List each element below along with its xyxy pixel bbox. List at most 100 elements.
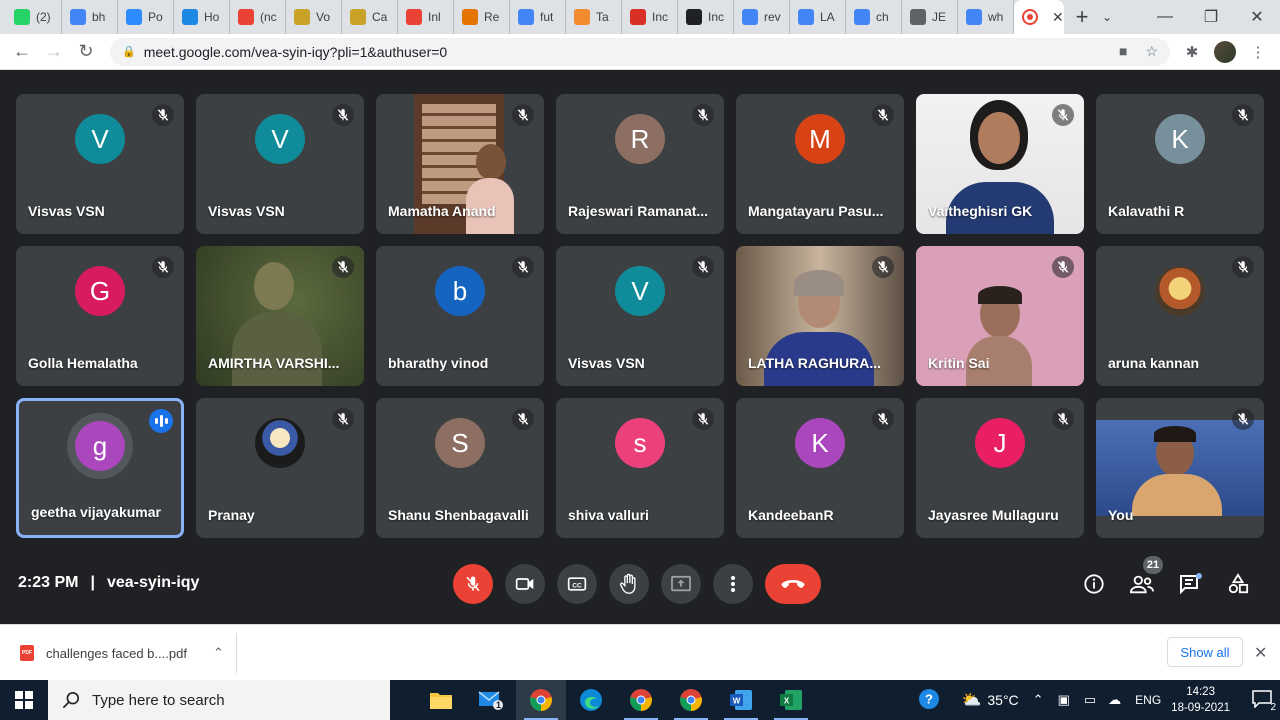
network-icon[interactable]: ☁ [1108,692,1121,708]
forward-icon[interactable]: → [38,41,70,62]
excel-app[interactable]: X [766,680,816,720]
browser-tab[interactable]: Ta [566,0,622,34]
chevron-up-icon[interactable]: ⌃ [1033,692,1044,708]
participant-tile[interactable]: AMIRTHA VARSHI... [196,246,364,386]
raise-hand-button[interactable] [609,564,649,604]
muted-mic-icon [1232,104,1254,126]
browser-tab[interactable]: Inc [622,0,678,34]
participant-tile[interactable]: s shiva valluri [556,398,724,538]
activities-button[interactable] [1224,570,1252,598]
muted-mic-icon [692,408,714,430]
tab-label: Inl [428,10,441,24]
participant-tile[interactable]: V Visvas VSN [196,94,364,234]
language-indicator[interactable]: ENG [1135,693,1161,707]
muted-mic-icon [332,256,354,278]
browser-tab[interactable]: (nc [230,0,286,34]
participant-tile[interactable]: J Jayasree Mullaguru [916,398,1084,538]
participant-tile[interactable]: Vaitheghisri GK [916,94,1084,234]
chat-icon [1180,573,1202,595]
weather-icon[interactable]: ⛅ [961,690,981,710]
lock-icon[interactable]: 🔒 [122,45,136,58]
help-icon[interactable]: ? [911,688,947,713]
start-button[interactable] [0,680,48,720]
edge-app[interactable] [566,680,616,720]
participant-tile[interactable]: V Visvas VSN [556,246,724,386]
browser-tab[interactable]: Re [454,0,510,34]
participant-tile[interactable]: V Visvas VSN [16,94,184,234]
temperature[interactable]: 35°C [987,692,1018,708]
chrome-app-3[interactable] [666,680,716,720]
participant-tile[interactable]: R Rajeswari Ramanat... [556,94,724,234]
browser-tab[interactable]: rev [734,0,790,34]
battery-icon[interactable]: ▭ [1084,692,1096,708]
browser-tab[interactable]: fut [510,0,566,34]
word-app[interactable]: W [716,680,766,720]
download-item[interactable]: PDF challenges faced b....pdf ⌃ [20,645,224,661]
show-all-downloads-button[interactable]: Show all [1167,637,1243,667]
chat-button[interactable] [1176,570,1204,598]
browser-tab[interactable]: Inc [678,0,734,34]
browser-tab[interactable]: ch [846,0,902,34]
restore-icon[interactable]: ❐ [1188,7,1234,27]
browser-tab[interactable]: LA [790,0,846,34]
participant-tile[interactable]: aruna kannan [1096,246,1264,386]
end-call-button[interactable] [765,564,821,604]
extensions-icon[interactable]: ✱ [1178,43,1206,61]
bookmark-star-icon[interactable]: ☆ [1145,43,1158,60]
browser-tab[interactable]: Po [118,0,174,34]
participant-tile[interactable]: G Golla Hemalatha [16,246,184,386]
chrome-app-2[interactable] [616,680,666,720]
participant-tile[interactable]: M Mangatayaru Pasu... [736,94,904,234]
present-button[interactable] [661,564,701,604]
chevron-up-icon[interactable]: ⌃ [213,645,224,661]
close-download-bar-icon[interactable]: ✕ [1254,643,1267,663]
taskbar-search-box[interactable]: Type here to search [48,680,390,720]
profile-avatar[interactable] [1214,40,1236,63]
participant-tile[interactable]: K KandeebanR [736,398,904,538]
participant-tile[interactable]: g geetha vijayakumar [16,398,184,538]
browser-tab[interactable]: bh [62,0,118,34]
file-explorer-app[interactable] [416,680,466,720]
browser-tab[interactable]: wh [958,0,1014,34]
muted-mic-icon [512,104,534,126]
browser-menu-icon[interactable]: ⋮ [1244,43,1272,61]
meet-tray-icon[interactable]: ▣ [1058,692,1070,708]
browser-tab[interactable]: (2) [6,0,62,34]
notifications-icon[interactable]: 2 [1244,689,1280,713]
tab-search-icon[interactable]: ⌄ [1092,10,1122,24]
browser-tab-active[interactable]: ✕ [1014,0,1064,34]
browser-tab[interactable]: Vo [286,0,342,34]
excel-icon: X [780,690,802,710]
participant-tile[interactable]: LATHA RAGHURA... [736,246,904,386]
mail-app[interactable]: 1 [466,680,516,720]
taskbar-clock[interactable]: 14:23 18-09-2021 [1171,684,1230,716]
reload-icon[interactable]: ↻ [70,41,102,62]
participant-tile[interactable]: Mamatha Anand [376,94,544,234]
browser-tab[interactable]: Ho [174,0,230,34]
participant-tile[interactable]: Kritin Sai [916,246,1084,386]
participant-tile[interactable]: b bharathy vinod [376,246,544,386]
meeting-details-button[interactable] [1080,570,1108,598]
close-tab-icon[interactable]: ✕ [1052,9,1064,26]
people-button[interactable] [1128,570,1156,598]
participant-tile[interactable]: K Kalavathi R [1096,94,1264,234]
participant-name: Visvas VSN [568,355,645,371]
camera-toggle-button[interactable] [505,564,545,604]
minimize-icon[interactable]: — [1142,8,1188,26]
close-window-icon[interactable]: ✕ [1234,7,1280,27]
back-icon[interactable]: ← [6,41,38,62]
speaking-indicator-icon [149,409,173,433]
more-options-button[interactable] [713,564,753,604]
url-text: meet.google.com/vea-syin-iqy?pli=1&authu… [143,43,448,60]
browser-tab[interactable]: Inl [398,0,454,34]
mic-toggle-button[interactable] [453,564,493,604]
participant-tile[interactable]: S Shanu Shenbagavalli [376,398,544,538]
address-bar[interactable]: 🔒 meet.google.com/vea-syin-iqy?pli=1&aut… [110,37,1170,66]
browser-tab[interactable]: Ca [342,0,398,34]
browser-tab[interactable]: JE [902,0,958,34]
captions-button[interactable]: CC [557,564,597,604]
participant-tile[interactable]: You [1096,398,1264,538]
participant-tile[interactable]: Pranay [196,398,364,538]
chrome-app-active[interactable] [516,680,566,720]
camera-permission-icon[interactable]: ■ [1119,43,1127,60]
